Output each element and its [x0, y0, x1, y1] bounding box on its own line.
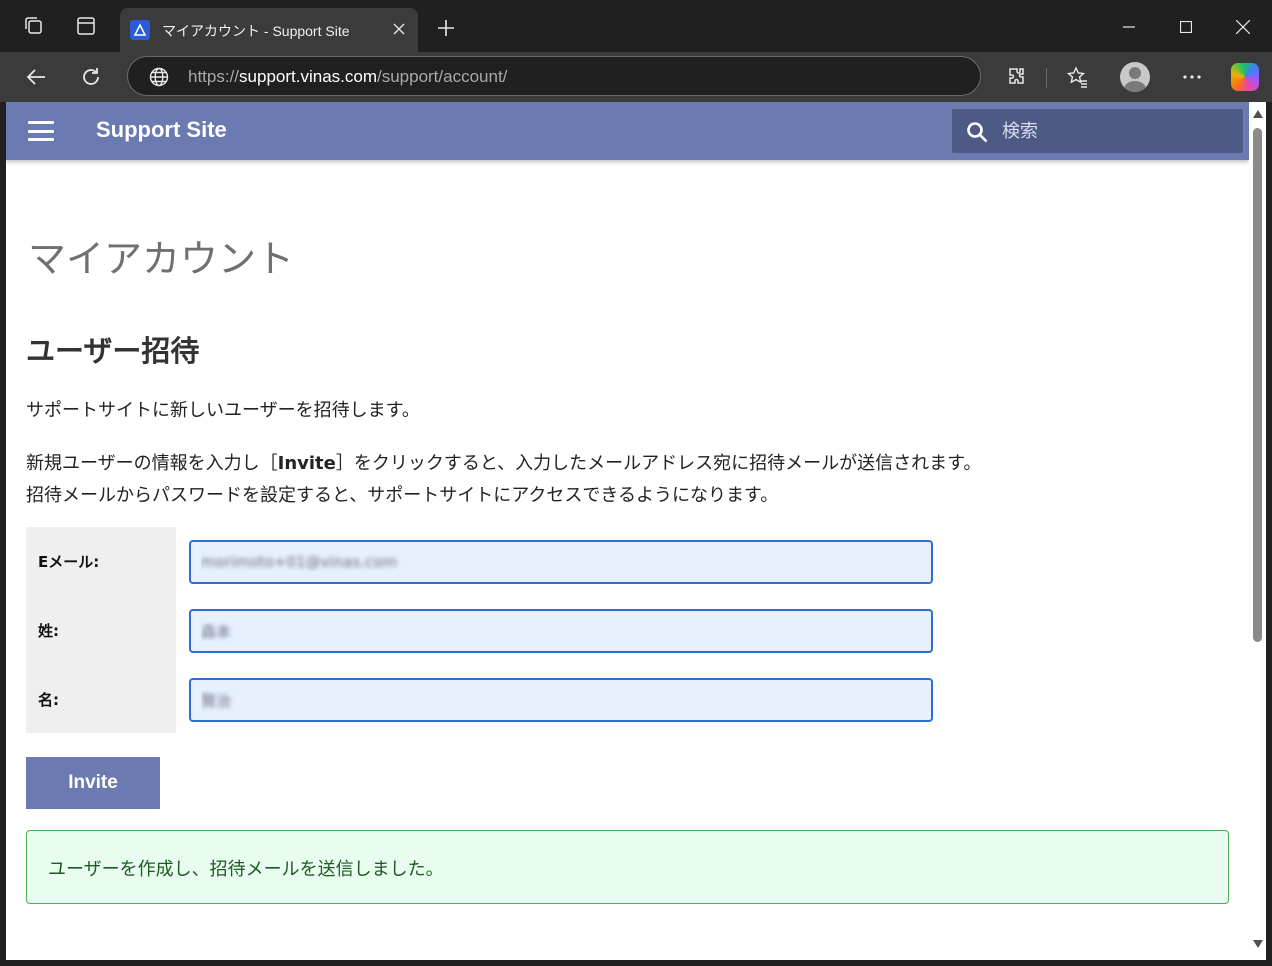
- page-scrollbar[interactable]: [1249, 102, 1266, 960]
- intro-text: サポートサイトに新しいユーザーを招待します。: [26, 400, 420, 421]
- url-text[interactable]: https://support.vinas.com/support/accoun…: [188, 67, 507, 87]
- scroll-up-icon[interactable]: [1253, 110, 1263, 118]
- last-name-field[interactable]: [189, 609, 933, 653]
- search-input[interactable]: [1002, 109, 1232, 153]
- toolbar-separator: [1046, 68, 1047, 88]
- favorites-icon[interactable]: [1063, 63, 1091, 91]
- active-tab[interactable]: マイアカウント - Support Site: [120, 8, 418, 52]
- site-favicon-icon: [130, 20, 150, 40]
- close-window-icon[interactable]: [1228, 12, 1258, 42]
- back-icon[interactable]: [22, 63, 50, 91]
- tab-title: マイアカウント - Support Site: [162, 23, 350, 39]
- email-field[interactable]: [189, 540, 933, 584]
- site-header: Support Site: [6, 102, 1249, 160]
- section-title: ユーザー招待: [26, 334, 200, 368]
- address-bar[interactable]: https://support.vinas.com/support/accoun…: [127, 56, 981, 96]
- search-icon: [966, 121, 988, 143]
- instructions-text: 新規ユーザーの情報を入力し［Invite］をクリックすると、入力したメールアドレ…: [26, 453, 982, 506]
- success-alert: ユーザーを作成し、招待メールを送信しました。: [26, 830, 1229, 904]
- last-name-label: 姓:: [38, 622, 59, 640]
- site-brand[interactable]: Support Site: [96, 117, 227, 143]
- tab-close-icon[interactable]: [388, 18, 410, 40]
- extensions-icon[interactable]: [1003, 63, 1031, 91]
- invite-button[interactable]: Invite: [26, 757, 160, 809]
- scroll-thumb[interactable]: [1253, 128, 1262, 642]
- first-name-label: 名:: [38, 691, 59, 709]
- alert-message: ユーザーを作成し、招待メールを送信しました。: [48, 859, 444, 880]
- search-box[interactable]: [952, 109, 1243, 153]
- menu-icon[interactable]: [28, 121, 54, 141]
- copilot-icon[interactable]: [1231, 63, 1259, 91]
- browser-toolbar: https://support.vinas.com/support/accoun…: [0, 52, 1272, 102]
- scroll-down-icon[interactable]: [1253, 940, 1263, 948]
- first-name-field[interactable]: [189, 678, 933, 722]
- refresh-icon[interactable]: [77, 63, 105, 91]
- minimize-icon[interactable]: [1114, 12, 1144, 42]
- workspaces-icon[interactable]: [21, 13, 47, 39]
- invite-form: Eメール: 姓: 名:: [26, 527, 934, 733]
- browser-titlebar: マイアカウント - Support Site: [0, 0, 1272, 52]
- more-options-icon[interactable]: [1178, 63, 1206, 91]
- new-tab-icon[interactable]: [434, 16, 458, 40]
- profile-avatar[interactable]: [1120, 62, 1150, 92]
- page-title: マイアカウント: [28, 237, 295, 281]
- site-info-icon[interactable]: [148, 66, 170, 88]
- email-label: Eメール:: [38, 553, 100, 571]
- maximize-icon[interactable]: [1171, 12, 1201, 42]
- vertical-tabs-icon[interactable]: [73, 13, 99, 39]
- page-viewport: Support Site マイアカウント ユーザー招待 サポートサイトに新しいユ…: [6, 102, 1249, 960]
